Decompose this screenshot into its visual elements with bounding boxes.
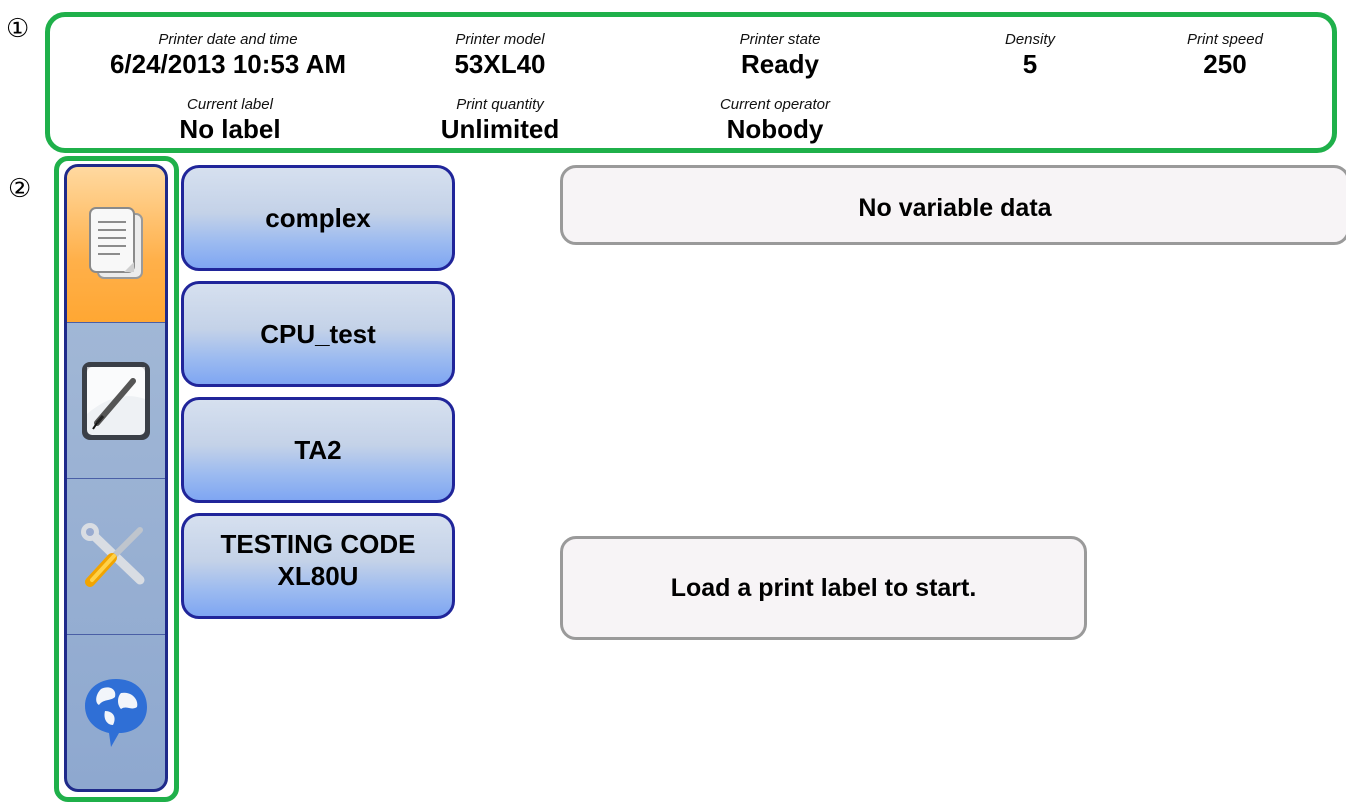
current-operator-value: Nobody <box>726 114 824 144</box>
start-message-box: Load a print label to start. <box>560 536 1087 640</box>
label-button-cpu-test[interactable]: CPU_test <box>181 281 455 387</box>
pen-edit-icon <box>82 361 150 440</box>
label-button-text: TA2 <box>294 434 342 465</box>
globe-chat-icon <box>85 679 147 747</box>
label-button-text: CPU_test <box>260 318 376 349</box>
print-speed-value: 250 <box>1203 49 1247 79</box>
print-quantity-field: Print quantity Unlimited <box>410 96 590 144</box>
label-button-text-line1: TESTING CODE <box>220 529 416 559</box>
printer-date-time-value: 6/24/2013 10:53 AM <box>109 49 347 79</box>
document-list-icon <box>89 206 143 279</box>
print-speed-field: Print speed 250 <box>1160 31 1290 79</box>
label-button-ta2[interactable]: TA2 <box>181 397 455 503</box>
nav-item-edit[interactable] <box>67 323 165 479</box>
density-field: Density 5 <box>980 31 1080 79</box>
printer-model-value: 53XL40 <box>454 49 546 79</box>
nav-item-language[interactable] <box>67 635 165 789</box>
nav-item-labels[interactable] <box>67 167 165 323</box>
current-operator-field: Current operator Nobody <box>695 96 855 144</box>
nav-item-settings[interactable] <box>67 479 165 635</box>
density-label: Density <box>1004 31 1056 48</box>
printer-model-field: Printer model 53XL40 <box>420 31 580 79</box>
label-button-testing-code-xl80u[interactable]: TESTING CODE XL80U <box>181 513 455 619</box>
current-label-label: Current label <box>187 96 273 113</box>
variable-data-text: No variable data <box>858 194 1052 222</box>
printer-date-time-field: Printer date and time 6/24/2013 10:53 AM <box>68 31 388 79</box>
current-operator-label: Current operator <box>719 96 831 113</box>
label-button-text-line2: XL80U <box>277 561 359 591</box>
label-button-text: complex <box>265 202 371 233</box>
printer-state-value: Ready <box>740 49 820 79</box>
start-message-text: Load a print label to start. <box>670 573 977 602</box>
printer-state-field: Printer state Ready <box>680 31 880 79</box>
callout-2-marker: ② <box>8 174 32 204</box>
tools-icon <box>81 522 145 587</box>
print-quantity-value: Unlimited <box>440 114 560 144</box>
print-speed-label: Print speed <box>1187 31 1263 48</box>
main-nav <box>64 164 168 792</box>
printer-status-panel: Printer date and time 6/24/2013 10:53 AM… <box>45 12 1337 153</box>
printer-model-label: Printer model <box>455 31 545 48</box>
callout-1-marker: ① <box>6 14 30 44</box>
current-label-value: No label <box>179 114 281 144</box>
printer-date-time-label: Printer date and time <box>158 31 298 48</box>
variable-data-panel: No variable data <box>560 165 1346 245</box>
current-label-field: Current label No label <box>140 96 320 144</box>
print-quantity-label: Print quantity <box>456 96 544 113</box>
density-value: 5 <box>1022 49 1038 79</box>
label-button-complex[interactable]: complex <box>181 165 455 271</box>
printer-state-label: Printer state <box>739 31 821 48</box>
